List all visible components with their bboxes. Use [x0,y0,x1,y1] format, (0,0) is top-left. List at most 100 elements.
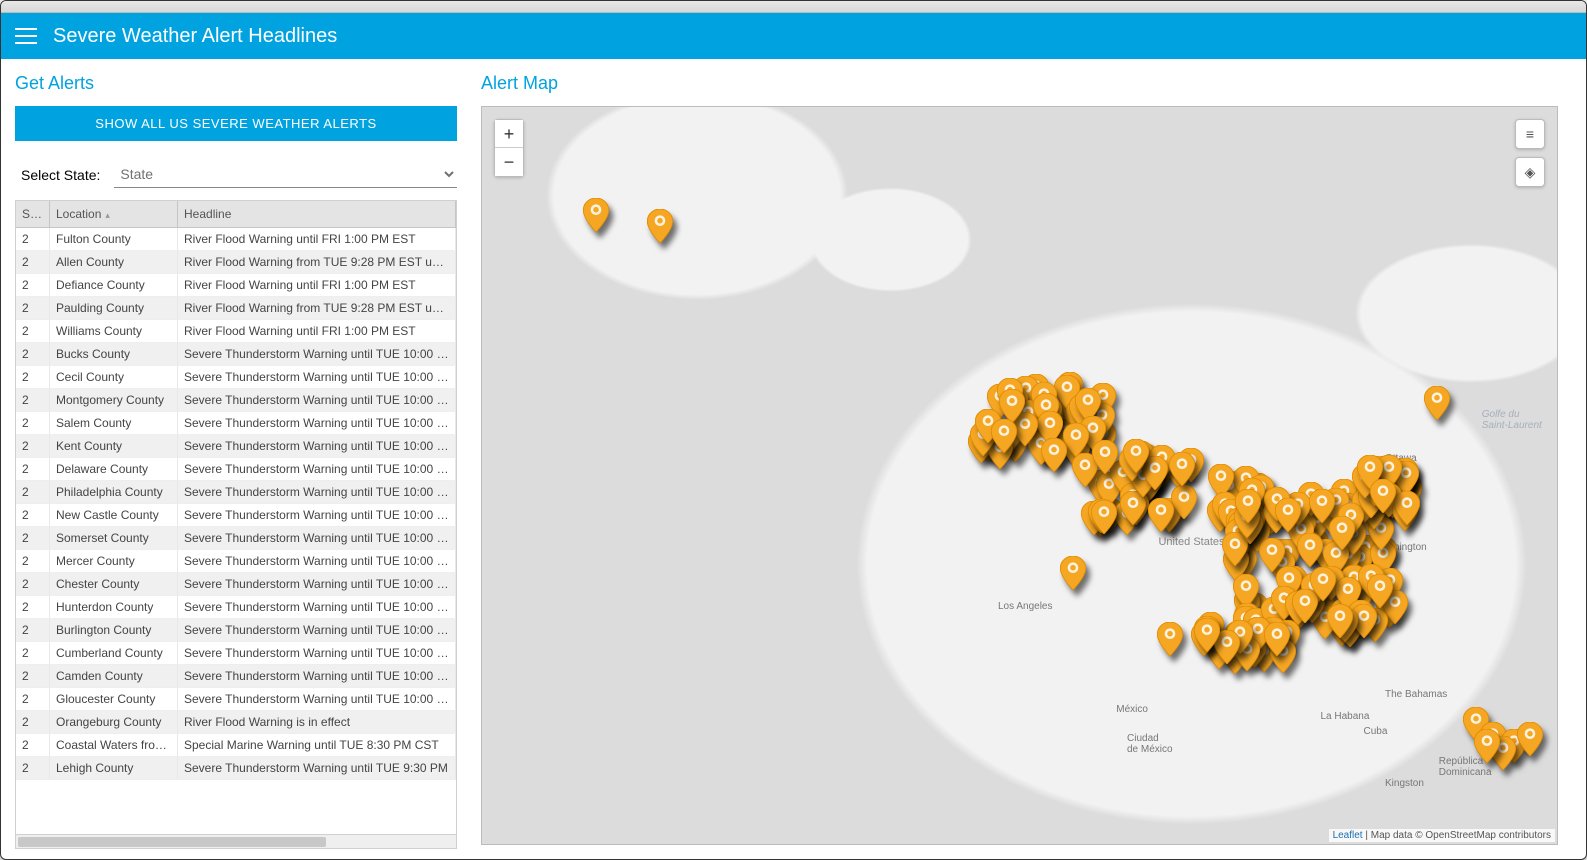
leaflet-link[interactable]: Leaflet [1333,830,1363,841]
cell-severity: 2 [16,711,50,733]
table-row[interactable]: 2Burlington CountySevere Thunderstorm Wa… [16,619,456,642]
table-row[interactable]: 2Salem CountySevere Thunderstorm Warning… [16,412,456,435]
table-row[interactable]: 2Mercer CountySevere Thunderstorm Warnin… [16,550,456,573]
table-row[interactable]: 2Coastal Waters from ...Special Marine W… [16,734,456,757]
map-pin-icon[interactable] [1171,485,1197,519]
map-pin-icon[interactable] [1235,489,1261,523]
cell-headline: Severe Thunderstorm Warning until TUE 10… [178,665,456,687]
cell-severity: 2 [16,757,50,779]
table-row[interactable]: 2Cecil CountySevere Thunderstorm Warning… [16,366,456,389]
map-pin-icon[interactable] [1060,556,1086,590]
map-pin-icon[interactable] [1474,729,1500,763]
col-location[interactable]: Location [50,201,178,227]
cell-headline: Severe Thunderstorm Warning until TUE 10… [178,619,456,641]
map-pin-icon[interactable] [1275,498,1301,532]
cell-severity: 2 [16,642,50,664]
cell-location: Philadelphia County [50,481,178,503]
cell-headline: River Flood Warning from TUE 9:28 PM EST… [178,297,456,319]
map-pin-icon[interactable] [1297,533,1323,567]
map-pin-icon[interactable] [1169,452,1195,486]
map-pin-icon[interactable] [1370,479,1396,513]
cell-headline: Severe Thunderstorm Warning until TUE 10… [178,596,456,618]
map-pin-icon[interactable] [1367,574,1393,608]
map-pin-icon[interactable] [583,198,609,232]
cell-headline: Severe Thunderstorm Warning until TUE 10… [178,412,456,434]
header-bar: Severe Weather Alert Headlines [1,13,1586,59]
cell-severity: 2 [16,596,50,618]
show-all-alerts-button[interactable]: SHOW ALL US SEVERE WEATHER ALERTS [15,106,457,141]
map-pin-icon[interactable] [1123,439,1149,473]
cell-headline: Severe Thunderstorm Warning until TUE 10… [178,343,456,365]
cell-severity: 2 [16,389,50,411]
cell-severity: 2 [16,366,50,388]
cell-severity: 2 [16,573,50,595]
cell-headline: River Flood Warning until FRI 1:00 PM ES… [178,320,456,342]
table-row[interactable]: 2Paulding CountyRiver Flood Warning from… [16,297,456,320]
browser-chrome [1,1,1586,13]
alerts-panel: Get Alerts SHOW ALL US SEVERE WEATHER AL… [1,59,471,859]
map-pin-icon[interactable] [1327,604,1353,638]
map-layers-icon[interactable]: ◈ [1515,157,1545,187]
table-body[interactable]: 2Fulton CountyRiver Flood Warning until … [16,228,456,834]
table-row[interactable]: 2Chester CountySevere Thunderstorm Warni… [16,573,456,596]
map-pin-icon[interactable] [1092,440,1118,474]
cell-headline: River Flood Warning from TUE 9:28 PM EST… [178,251,456,273]
horizontal-scrollbar[interactable] [16,834,456,848]
zoom-out-button[interactable]: − [495,148,523,176]
table-row[interactable]: 2Kent CountySevere Thunderstorm Warning … [16,435,456,458]
map-pin-icon[interactable] [647,209,673,243]
map-pin-icon[interactable] [1394,491,1420,525]
table-row[interactable]: 2Defiance CountyRiver Flood Warning unti… [16,274,456,297]
table-row[interactable]: 2Hunterdon CountySevere Thunderstorm War… [16,596,456,619]
table-row[interactable]: 2Philadelphia CountySevere Thunderstorm … [16,481,456,504]
map-pin-icon[interactable] [1041,438,1067,472]
table-row[interactable]: 2Williams CountyRiver Flood Warning unti… [16,320,456,343]
table-row[interactable]: 2Camden CountySevere Thunderstorm Warnin… [16,665,456,688]
cell-headline: Severe Thunderstorm Warning until TUE 10… [178,389,456,411]
map-pin-icon[interactable] [1264,622,1290,656]
map-pin-icon[interactable] [1194,618,1220,652]
table-row[interactable]: 2Orangeburg CountyRiver Flood Warning is… [16,711,456,734]
cell-severity: 2 [16,665,50,687]
table-row[interactable]: 2Gloucester CountySevere Thunderstorm Wa… [16,688,456,711]
cell-headline: Severe Thunderstorm Warning until TUE 10… [178,550,456,572]
cell-severity: 2 [16,251,50,273]
table-row[interactable]: 2Lehigh CountySevere Thunderstorm Warnin… [16,757,456,780]
alert-map[interactable]: United States Los Angeles México Ciudad … [481,106,1558,845]
hamburger-menu-icon[interactable] [15,28,37,44]
table-row[interactable]: 2Montgomery CountySevere Thunderstorm Wa… [16,389,456,412]
cell-location: Delaware County [50,458,178,480]
cell-location: Cecil County [50,366,178,388]
table-row[interactable]: 2Somerset CountySevere Thunderstorm Warn… [16,527,456,550]
col-headline[interactable]: Headline [178,201,456,227]
map-pin-icon[interactable] [999,389,1025,423]
state-select[interactable]: State [114,161,457,188]
map-pin-icon[interactable] [1424,386,1450,420]
map-pin-icon[interactable] [1157,622,1183,656]
map-pin-icon[interactable] [1148,498,1174,532]
table-row[interactable]: 2Cumberland CountySevere Thunderstorm Wa… [16,642,456,665]
map-pin-icon[interactable] [1310,567,1336,601]
cell-headline: Severe Thunderstorm Warning until TUE 10… [178,458,456,480]
attribution-text: | Map data © OpenStreetMap contributors [1363,830,1551,841]
map-pin-icon[interactable] [1329,516,1355,550]
cell-location: Salem County [50,412,178,434]
cell-headline: Severe Thunderstorm Warning until TUE 9:… [178,757,456,779]
map-pin-icon[interactable] [1091,500,1117,534]
cell-headline: Severe Thunderstorm Warning until TUE 10… [178,504,456,526]
cell-location: Somerset County [50,527,178,549]
zoom-in-button[interactable]: + [495,120,523,148]
cell-severity: 2 [16,274,50,296]
table-row[interactable]: 2Bucks CountySevere Thunderstorm Warning… [16,343,456,366]
table-row[interactable]: 2Allen CountyRiver Flood Warning from TU… [16,251,456,274]
map-menu-icon[interactable]: ≡ [1515,119,1545,149]
cell-location: Coastal Waters from ... [50,734,178,756]
col-severity[interactable]: Seve [16,201,50,227]
map-pin-icon[interactable] [991,419,1017,453]
table-row[interactable]: 2Fulton CountyRiver Flood Warning until … [16,228,456,251]
table-row[interactable]: 2New Castle CountySevere Thunderstorm Wa… [16,504,456,527]
cell-location: Lehigh County [50,757,178,779]
table-header-row: Seve Location Headline [16,201,456,228]
table-row[interactable]: 2Delaware CountySevere Thunderstorm Warn… [16,458,456,481]
map-pin-icon[interactable] [1517,722,1543,756]
